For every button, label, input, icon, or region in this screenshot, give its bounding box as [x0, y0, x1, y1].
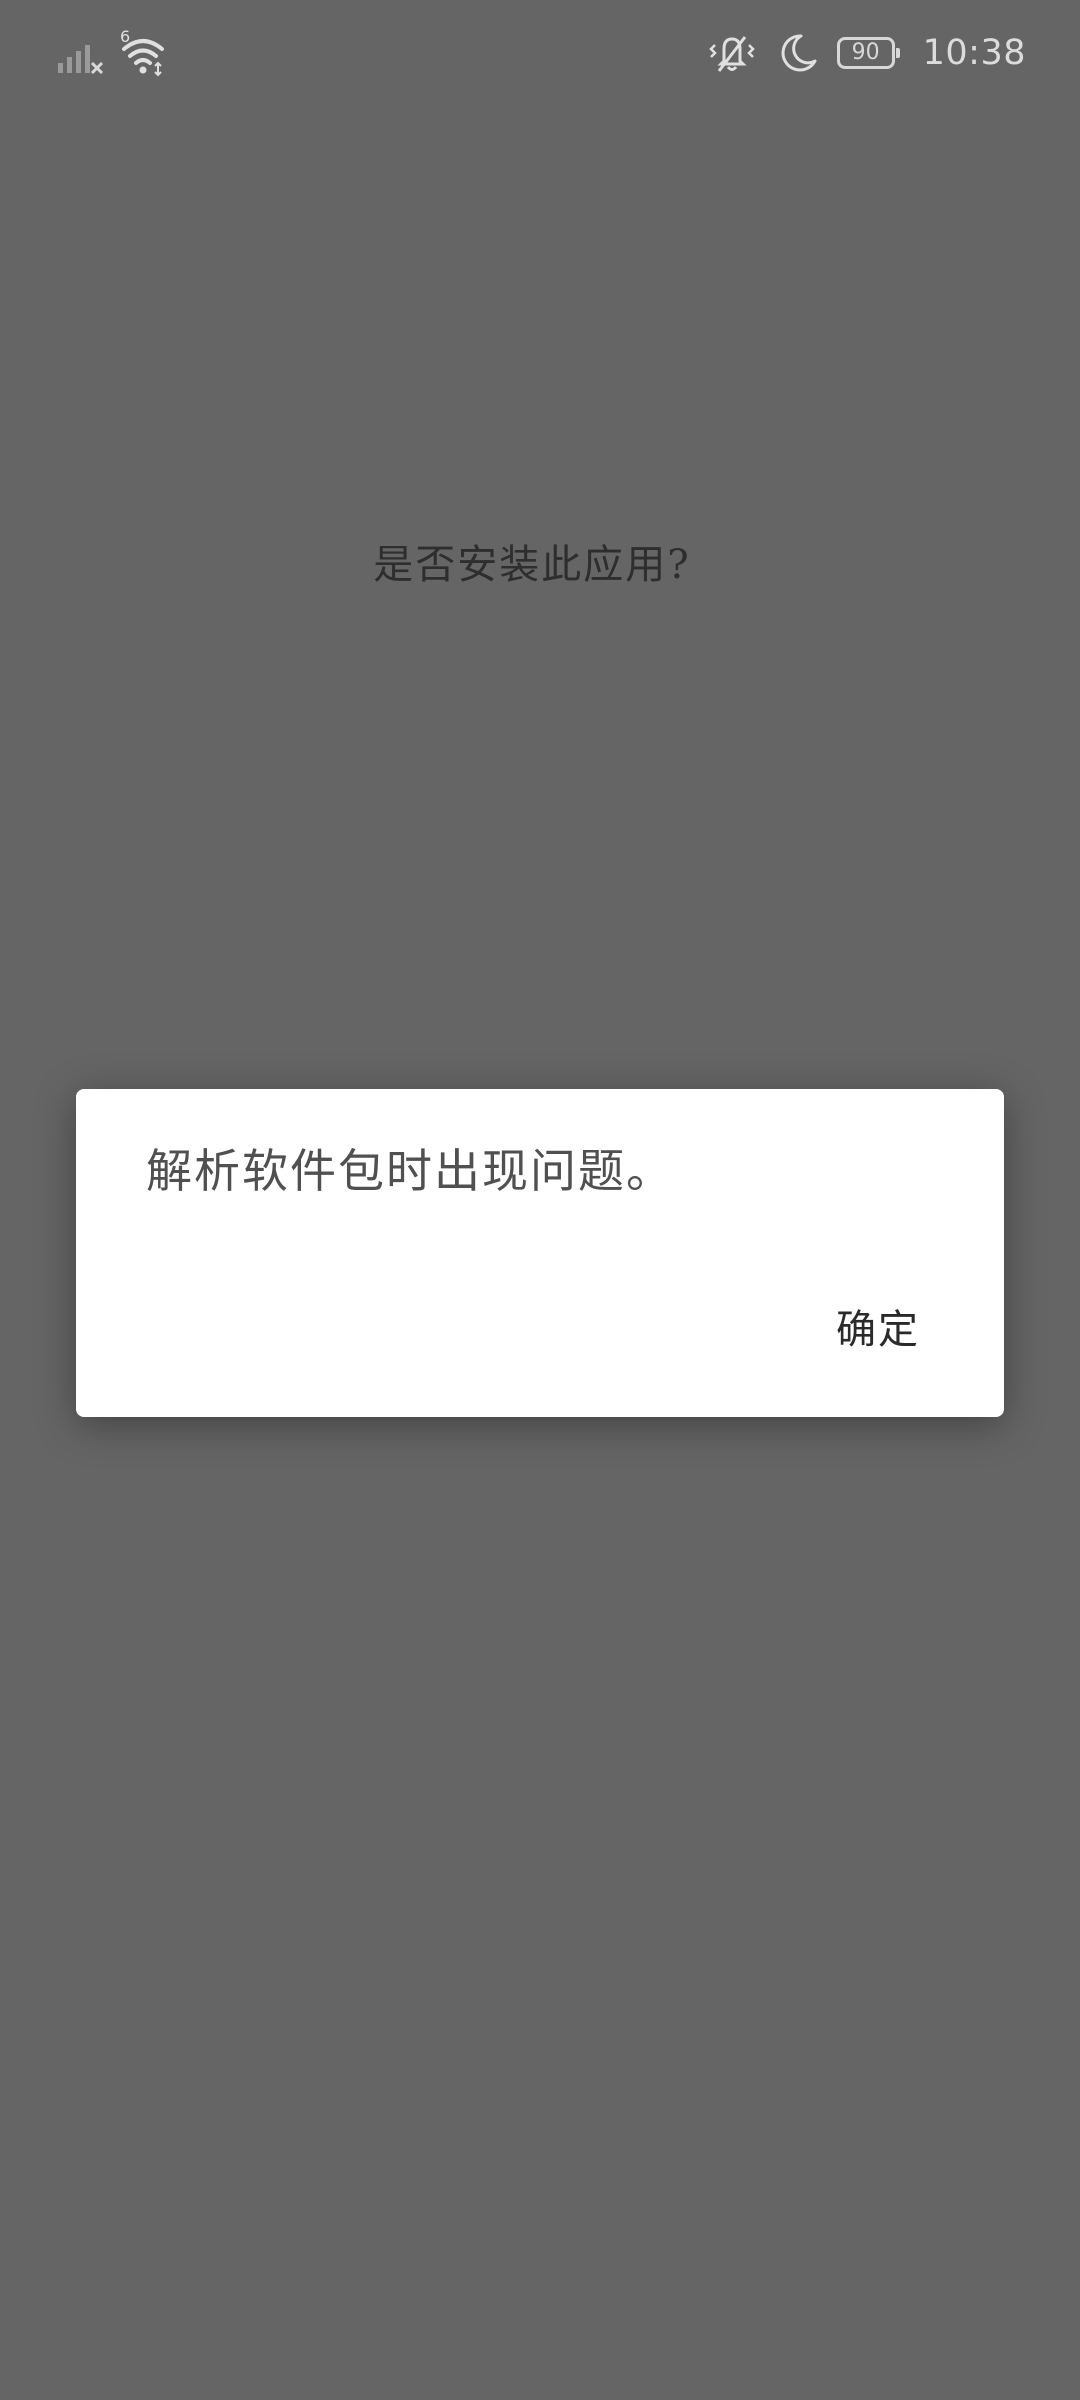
screen: 6 90 10:38 是否安装此应用? 解析软件包时出现问题。 确定 [0, 0, 1080, 2400]
parse-error-dialog: 解析软件包时出现问题。 确定 [76, 1089, 1004, 1417]
cellular-signal-no-service-icon [56, 35, 106, 75]
wifi-badge: 6 [120, 27, 131, 46]
battery-level: 90 [851, 40, 880, 65]
install-question: 是否安装此应用? [373, 542, 691, 588]
status-bar-time: 10:38 [922, 33, 1026, 73]
ok-button[interactable]: 确定 [834, 1291, 922, 1361]
moon-icon [775, 31, 819, 75]
status-bar-right: 90 10:38 [707, 28, 1026, 78]
dialog-message: 解析软件包时出现问题。 [146, 1144, 674, 1198]
battery-indicator: 90 [836, 37, 900, 69]
wifi-icon: 6 [120, 27, 166, 77]
vibrate-mode-icon [707, 31, 757, 75]
status-bar: 6 90 10:38 [0, 0, 1080, 110]
status-bar-left: 6 [56, 27, 166, 80]
